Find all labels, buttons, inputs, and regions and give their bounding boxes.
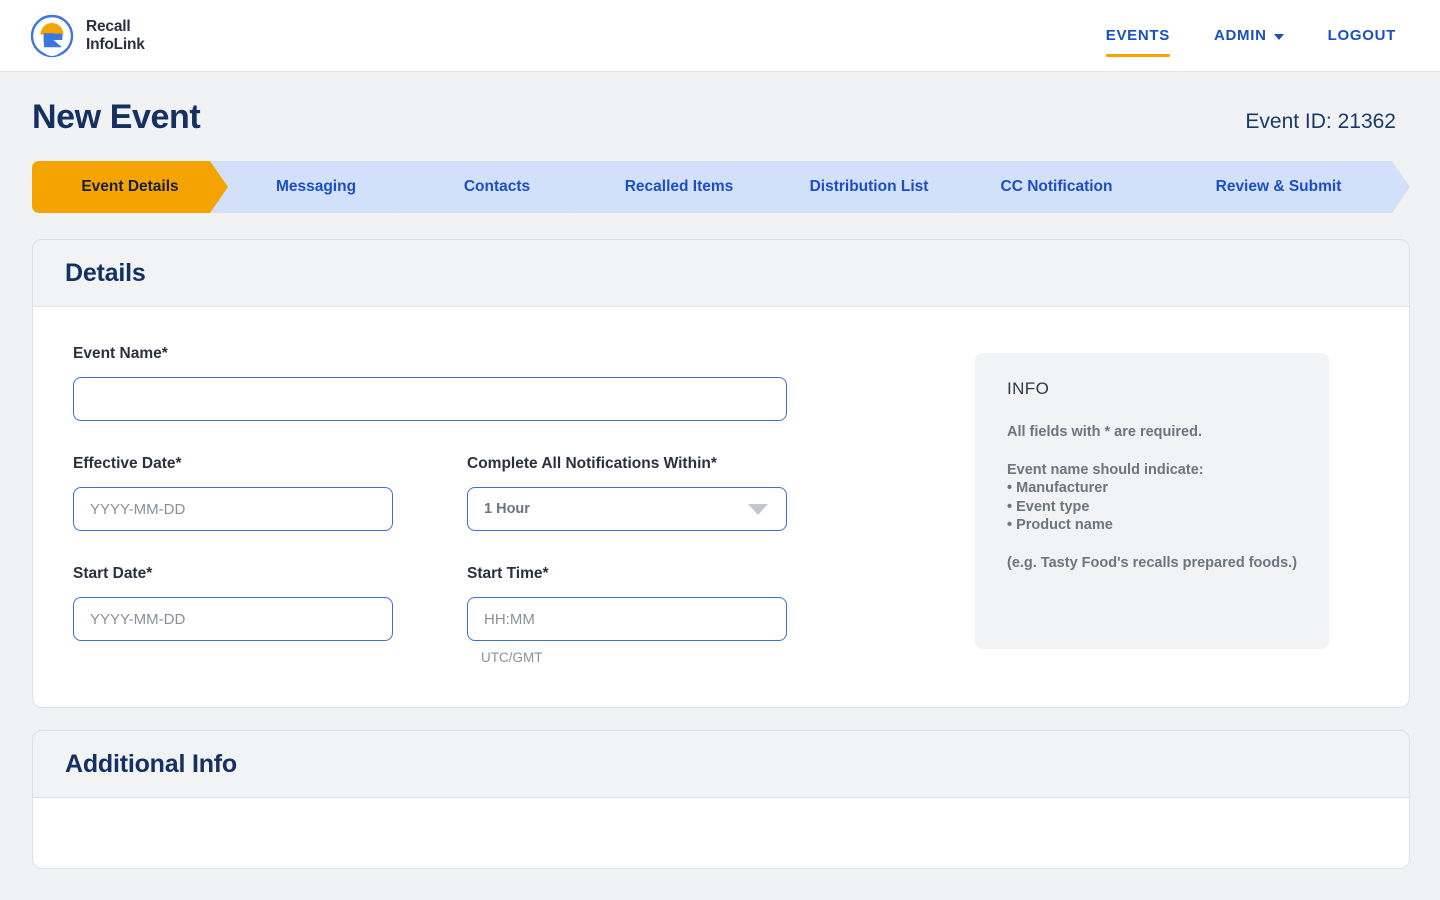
chevron-down-icon (1273, 33, 1284, 40)
complete-within-label: Complete All Notifications Within* (467, 455, 717, 472)
nav-item-logout[interactable]: LOGOUT (1328, 0, 1396, 71)
step-review-submit[interactable]: Review & Submit (1135, 161, 1410, 213)
effective-date-label: Effective Date* (73, 455, 182, 472)
nav-item-admin-label: ADMIN (1213, 27, 1267, 44)
nav-item-admin[interactable]: ADMIN (1214, 0, 1284, 71)
step-cc-notification-label: CC Notification (1000, 178, 1113, 195)
start-date-input[interactable]: YYYY-MM-DD (73, 597, 393, 641)
info-panel-title: INFO (1007, 379, 1050, 398)
details-card-body: Event Name* Effective Date* YYYY-MM-DD C… (33, 307, 1409, 707)
event-name-input[interactable] (73, 377, 787, 421)
details-card-header: Details (33, 240, 1409, 307)
date-duration-row: Effective Date* YYYY-MM-DD Complete All … (73, 455, 963, 531)
step-event-details[interactable]: Event Details (32, 161, 228, 213)
field-start-date: Start Date* YYYY-MM-DD (73, 565, 393, 665)
info-example: (e.g. Tasty Food's recalls prepared food… (1007, 554, 1298, 571)
field-event-name: Event Name* (73, 345, 963, 421)
details-form: Event Name* Effective Date* YYYY-MM-DD C… (73, 345, 963, 665)
additional-info-card-title: Additional Info (65, 750, 237, 778)
start-time-input[interactable]: HH:MM (467, 597, 787, 641)
step-review-submit-label: Review & Submit (1215, 178, 1342, 195)
start-date-label: Start Date* (73, 565, 153, 582)
event-name-label: Event Name* (73, 345, 168, 362)
workflow-stepper: Event Details Messaging Contacts Recalle… (32, 161, 1410, 213)
start-time-label: Start Time* (467, 565, 549, 582)
step-distribution-list[interactable]: Distribution List (760, 161, 970, 213)
nav-item-events-label: EVENTS (1105, 27, 1170, 44)
additional-info-card-body (33, 798, 1409, 868)
step-recalled-items[interactable]: Recalled Items (572, 161, 778, 213)
info-indicate-list: Manufacturer Event type Product name (1007, 479, 1299, 535)
step-distribution-list-label: Distribution List (809, 178, 929, 195)
brand-wordmark: Recall InfoLink (86, 18, 145, 53)
recall-infolink-logo-icon (30, 14, 74, 58)
field-effective-date: Effective Date* YYYY-MM-DD (73, 455, 393, 531)
field-complete-within: Complete All Notifications Within* 1 Hou… (467, 455, 787, 531)
primary-nav: EVENTS ADMIN LOGOUT (1105, 0, 1396, 71)
brand-line-2: InfoLink (86, 35, 145, 53)
info-panel: INFO All fields with * are required. Eve… (975, 353, 1329, 649)
step-messaging-label: Messaging (275, 178, 357, 195)
start-datetime-row: Start Date* YYYY-MM-DD Start Time* HH:MM… (73, 565, 963, 665)
details-card-title: Details (65, 259, 146, 287)
complete-within-selected-value: 1 Hour (484, 501, 530, 517)
top-navigation-bar: Recall InfoLink EVENTS ADMIN LOGOUT (0, 0, 1440, 72)
step-recalled-items-label: Recalled Items (624, 178, 734, 195)
page-header: New Event Event ID: 21362 (0, 72, 1440, 137)
info-indicate-heading: Event name should indicate: (1007, 461, 1204, 478)
nav-item-events[interactable]: EVENTS (1105, 0, 1171, 71)
details-card: Details Event Name* Effective Date* YYYY… (32, 239, 1410, 708)
step-cc-notification[interactable]: CC Notification (952, 161, 1153, 213)
info-required-note: All fields with * are required. (1007, 424, 1202, 440)
step-event-details-label: Event Details (81, 178, 179, 195)
event-id-label: Event ID: 21362 (1245, 110, 1396, 133)
info-list-item: Product name (1007, 516, 1299, 535)
additional-info-card: Additional Info (32, 730, 1410, 869)
complete-within-select[interactable]: 1 Hour (467, 487, 787, 531)
step-contacts[interactable]: Contacts (396, 161, 590, 213)
info-list-item: Manufacturer (1007, 479, 1299, 498)
step-contacts-label: Contacts (463, 178, 531, 195)
additional-info-card-header: Additional Info (33, 731, 1409, 798)
info-list-item: Event type (1007, 498, 1299, 517)
chevron-down-icon (748, 503, 768, 515)
nav-item-logout-label: LOGOUT (1327, 27, 1396, 44)
brand-line-1: Recall (86, 18, 131, 36)
effective-date-input[interactable]: YYYY-MM-DD (73, 487, 393, 531)
step-messaging[interactable]: Messaging (210, 161, 414, 213)
page-title: New Event (32, 98, 201, 136)
start-time-timezone-note: UTC/GMT (481, 650, 543, 665)
brand-logo[interactable]: Recall InfoLink (30, 14, 145, 58)
field-start-time: Start Time* HH:MM UTC/GMT (467, 565, 787, 665)
